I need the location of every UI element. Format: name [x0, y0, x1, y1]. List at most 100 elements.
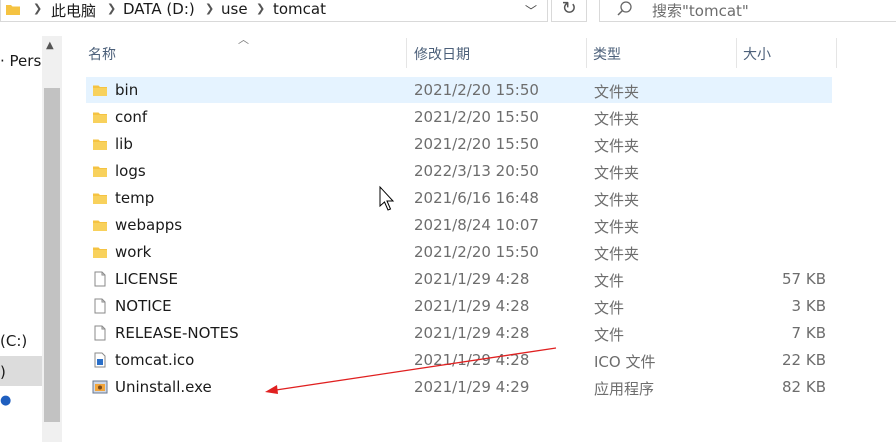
file-date: 2021/1/29 4:28 [414, 351, 530, 369]
column-size[interactable]: 大小 [743, 38, 771, 68]
folder-icon [93, 193, 107, 204]
file-type: 文件 [594, 299, 625, 317]
refresh-button[interactable]: ↻ [551, 0, 587, 22]
file-row[interactable]: webapps 2021/8/24 10:07 文件夹 [86, 212, 832, 238]
file-name: NOTICE [115, 297, 172, 315]
folder-icon [93, 166, 107, 177]
file-name: LICENSE [115, 270, 178, 288]
file-date: 2021/2/20 15:50 [414, 135, 539, 153]
scrollbar-thumb[interactable] [44, 88, 60, 422]
folder-icon [93, 220, 107, 231]
breadcrumb-drive[interactable]: DATA (D:) [123, 0, 195, 18]
file-date: 2021/6/16 16:48 [414, 189, 539, 207]
file-size: 22 KB [782, 351, 826, 369]
column-divider[interactable] [406, 38, 407, 68]
network-icon[interactable]: ● [0, 393, 11, 408]
file-type: 文件 [594, 272, 625, 290]
file-size: 3 KB [791, 297, 826, 315]
chevron-right-icon[interactable]: ❯ [256, 2, 265, 15]
breadcrumb-tomcat[interactable]: tomcat [273, 0, 326, 18]
file-date: 2021/1/29 4:28 [414, 297, 530, 315]
file-type: 文件夹 [594, 137, 640, 155]
file-date: 2021/1/29 4:28 [414, 324, 530, 342]
nav-item-data-drive[interactable]: ) [0, 363, 6, 381]
file-type: 文件 [594, 326, 625, 344]
file-date: 2021/1/29 4:28 [414, 270, 530, 288]
file-row[interactable]: LICENSE 2021/1/29 4:28 文件 57 KB [86, 266, 832, 292]
exe-icon [92, 380, 108, 394]
navigation-pane: · Perso (C:) ) ● [0, 36, 50, 442]
file-row[interactable]: bin 2021/2/20 15:50 文件夹 [86, 77, 832, 103]
folder-icon [93, 85, 107, 96]
file-name: RELEASE-NOTES [115, 324, 239, 342]
file-type: 应用程序 [594, 380, 655, 398]
column-type[interactable]: 类型 [593, 38, 621, 68]
file-size: 7 KB [791, 324, 826, 342]
refresh-icon: ↻ [561, 0, 577, 19]
file-type: 文件夹 [594, 191, 640, 209]
file-type: 文件夹 [594, 164, 640, 182]
file-date: 2021/2/20 15:50 [414, 81, 539, 99]
chevron-right-icon[interactable]: ❯ [107, 2, 116, 15]
chevron-up-icon[interactable]: ▲ [46, 40, 54, 51]
nav-item-c-drive[interactable]: (C:) [0, 332, 27, 350]
nav-item-selected[interactable] [0, 356, 42, 386]
nav-scrollbar[interactable]: ▲ [42, 36, 62, 442]
file-size: 82 KB [782, 378, 826, 396]
file-type: 文件夹 [594, 110, 640, 128]
file-date: 2021/2/20 15:50 [414, 243, 539, 261]
file-type: ICO 文件 [594, 353, 656, 371]
file-name: conf [115, 108, 148, 126]
column-divider[interactable] [586, 38, 587, 68]
file-row[interactable]: logs 2022/3/13 20:50 文件夹 [86, 158, 832, 184]
search-icon [617, 1, 632, 16]
column-header: ︿ 名称 修改日期 类型 大小 [62, 33, 896, 68]
file-row[interactable]: RELEASE-NOTES 2021/1/29 4:28 文件 7 KB [86, 320, 832, 346]
file-icon [94, 325, 106, 341]
chevron-right-icon[interactable]: ❯ [33, 2, 42, 15]
column-divider[interactable] [736, 38, 737, 68]
sort-ascending-icon: ︿ [238, 33, 249, 46]
ico-file-icon [94, 352, 106, 368]
file-row[interactable]: conf 2021/2/20 15:50 文件夹 [86, 104, 832, 130]
file-name: work [115, 243, 152, 261]
file-row[interactable]: lib 2021/2/20 15:50 文件夹 [86, 131, 832, 157]
file-date: 2021/1/29 4:29 [414, 378, 530, 396]
column-name[interactable]: 名称 [88, 38, 116, 68]
file-row[interactable]: tomcat.ico 2021/1/29 4:28 ICO 文件 22 KB [86, 347, 832, 373]
folder-icon [93, 247, 107, 258]
file-icon [94, 298, 106, 314]
file-row[interactable]: work 2021/2/20 15:50 文件夹 [86, 239, 832, 265]
file-name: bin [115, 81, 139, 99]
file-type: 文件夹 [594, 245, 640, 263]
search-placeholder: 搜索"tomcat" [652, 2, 749, 20]
column-date[interactable]: 修改日期 [414, 38, 470, 68]
file-date: 2021/2/20 15:50 [414, 108, 539, 126]
file-row[interactable]: Uninstall.exe 2021/1/29 4:29 应用程序 82 KB [86, 374, 832, 400]
search-box[interactable]: 搜索"tomcat" [599, 0, 896, 22]
chevron-right-icon[interactable]: ❯ [205, 2, 214, 15]
folder-icon [6, 5, 20, 15]
address-bar[interactable]: ❯ 此电脑 ❯ DATA (D:) ❯ use ❯ tomcat ﹀ [0, 0, 548, 22]
file-name: lib [115, 135, 133, 153]
file-row[interactable]: NOTICE 2021/1/29 4:28 文件 3 KB [86, 293, 832, 319]
file-name: webapps [115, 216, 183, 234]
file-date: 2021/8/24 10:07 [414, 216, 539, 234]
toolbar: ❯ 此电脑 ❯ DATA (D:) ❯ use ❯ tomcat ﹀ ↻ 搜索"… [0, 0, 896, 24]
folder-icon [93, 112, 107, 123]
folder-icon [93, 139, 107, 150]
file-type: 文件夹 [594, 83, 640, 101]
file-row[interactable]: temp 2021/6/16 16:48 文件夹 [86, 185, 832, 211]
file-icon [94, 271, 106, 287]
file-name: tomcat.ico [115, 351, 195, 369]
column-divider[interactable] [836, 38, 837, 68]
breadcrumb-use[interactable]: use [221, 0, 248, 18]
file-date: 2022/3/13 20:50 [414, 162, 539, 180]
file-name: logs [115, 162, 146, 180]
file-size: 57 KB [782, 270, 826, 288]
breadcrumb-this-pc[interactable]: 此电脑 [51, 0, 96, 21]
file-type: 文件夹 [594, 218, 640, 236]
file-name: temp [115, 189, 155, 207]
file-name: Uninstall.exe [115, 378, 212, 396]
chevron-down-icon[interactable]: ﹀ [517, 2, 545, 18]
